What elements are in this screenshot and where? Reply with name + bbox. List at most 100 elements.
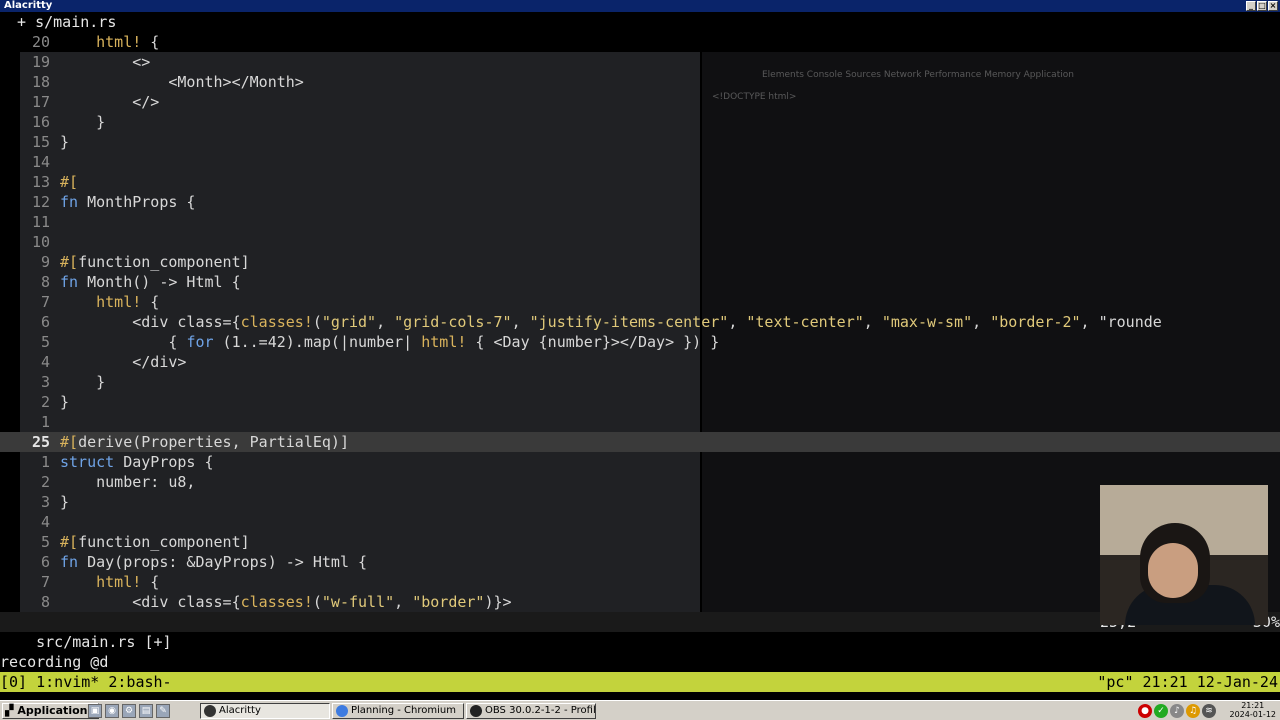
line-code: </> xyxy=(60,93,160,111)
tmux-statusbar: [0] 1:nvim* 2:bash- "pc" 21:21 12-Jan-24 xyxy=(0,672,1280,692)
code-line[interactable]: 17 </> xyxy=(0,92,1280,112)
code-line[interactable]: 14 xyxy=(0,152,1280,172)
launcher-icons: ▣ ◉ ⚙ ▤ ✎ xyxy=(88,704,170,718)
line-code: #[function_component] xyxy=(60,533,250,551)
code-line[interactable]: 7 html! { xyxy=(0,292,1280,312)
code-line[interactable]: 13 #[ xyxy=(0,172,1280,192)
line-number: 6 xyxy=(40,553,50,571)
code-line[interactable]: 18 <Month></Month> xyxy=(0,72,1280,92)
line-code: fn Day(props: &DayProps) -> Html { xyxy=(60,553,368,571)
line-number: 6 xyxy=(40,313,50,331)
line-number: 5 xyxy=(40,533,50,551)
code-line[interactable]: 5 #[function_component] xyxy=(0,532,1280,552)
line-number: 4 xyxy=(40,513,50,531)
taskbar: ▞ Applications ▣ ◉ ⚙ ▤ ✎ Alacritty Plann… xyxy=(0,700,1280,720)
line-code: <> xyxy=(60,53,151,71)
tray-network-icon[interactable]: ≋ xyxy=(1202,704,1216,718)
code-line[interactable]: 3} xyxy=(0,492,1280,512)
code-line[interactable]: 9 #[function_component] xyxy=(0,252,1280,272)
code-line[interactable]: 8 fn Month() -> Html { xyxy=(0,272,1280,292)
code-line[interactable]: 6 <div class={classes!("grid", "grid-col… xyxy=(0,312,1280,332)
code-line[interactable]: 5 { for (1..=42).map(|number| html! { <D… xyxy=(0,332,1280,352)
editor-launcher-icon[interactable]: ✎ xyxy=(156,704,170,718)
task-chromium[interactable]: Planning - Chromium xyxy=(332,703,464,719)
line-number: 12 xyxy=(31,193,50,211)
line-number: 19 xyxy=(31,53,50,71)
code-line[interactable]: 4 xyxy=(0,512,1280,532)
tray-check-icon[interactable]: ✓ xyxy=(1154,704,1168,718)
tmux-windows[interactable]: [0] 1:nvim* 2:bash- xyxy=(0,672,172,692)
close-button[interactable]: × xyxy=(1268,1,1278,11)
tray-record-icon[interactable]: ● xyxy=(1138,704,1152,718)
line-number: 1 xyxy=(40,413,50,431)
clock-time: 21:21 xyxy=(1241,701,1265,710)
line-code: struct DayProps { xyxy=(60,453,214,471)
vim-cmdline: recording @d xyxy=(0,653,109,671)
code-line[interactable]: 2} xyxy=(0,392,1280,412)
browser-launcher-icon[interactable]: ◉ xyxy=(105,704,119,718)
maximize-button[interactable]: □ xyxy=(1257,1,1267,11)
alacritty-icon xyxy=(204,705,216,717)
window-titlebar[interactable]: Alacritty _ □ × xyxy=(0,0,1280,12)
code-line[interactable]: 7 html! { xyxy=(0,572,1280,592)
line-number: 7 xyxy=(40,573,50,591)
taskbar-clock[interactable]: 21:21 2024-01-12 xyxy=(1230,701,1277,719)
nvim-tabline[interactable]: + s/main.rs xyxy=(0,12,1280,32)
line-code: } xyxy=(60,373,106,391)
vim-statusline: src/main.rs [+] 25,2 30% xyxy=(0,612,1280,651)
files-launcher-icon[interactable]: ▤ xyxy=(139,704,153,718)
line-number: 11 xyxy=(31,213,50,231)
line-code: html! { xyxy=(96,293,160,311)
line-number: 10 xyxy=(31,233,50,251)
code-line[interactable]: 2 number: u8, xyxy=(0,472,1280,492)
line-code: { for (1..=42).map(|number| html! { <Day… xyxy=(60,333,720,351)
line-code: #[ xyxy=(60,173,79,191)
line-number: 9 xyxy=(40,253,50,271)
code-line[interactable]: 10 xyxy=(0,232,1280,252)
code-line[interactable]: 4 </div> xyxy=(0,352,1280,372)
code-line[interactable]: 16 } xyxy=(0,112,1280,132)
chromium-icon xyxy=(336,705,348,717)
line-number: 7 xyxy=(40,293,50,311)
tmux-status-right: "pc" 21:21 12-Jan-24 xyxy=(1097,673,1278,691)
applications-menu-button[interactable]: ▞ Applications xyxy=(2,703,100,719)
line-code: } xyxy=(60,113,106,131)
terminal[interactable]: + s/main.rs Elements Console Sources Net… xyxy=(0,12,1280,700)
line-number: 20 xyxy=(31,33,50,51)
code-line[interactable]: 15} xyxy=(0,132,1280,152)
settings-launcher-icon[interactable]: ⚙ xyxy=(122,704,136,718)
line-number: 14 xyxy=(31,153,50,171)
line-number: 15 xyxy=(31,133,50,151)
code-line[interactable]: 11 xyxy=(0,212,1280,232)
code-line[interactable]: 25 #[derive(Properties, PartialEq)] xyxy=(0,432,1280,452)
line-code: <div class={classes!("w-full", "border")… xyxy=(60,593,512,611)
code-line[interactable]: 8 <div class={classes!("w-full", "border… xyxy=(0,592,1280,612)
terminal-launcher-icon[interactable]: ▣ xyxy=(88,704,102,718)
tray-bell-icon[interactable]: ♫ xyxy=(1186,704,1200,718)
line-code: html! { xyxy=(96,573,160,591)
code-line[interactable]: 20 html! { xyxy=(0,32,1280,52)
code-line[interactable]: 1 struct DayProps { xyxy=(0,452,1280,472)
line-number: 4 xyxy=(40,353,50,371)
line-number: 3 xyxy=(40,493,50,511)
tray-volume-icon[interactable]: ♪ xyxy=(1170,704,1184,718)
code-editor[interactable]: 20 html! {19 <> 18 <Month></Month> 17 </> 1… xyxy=(0,32,1280,612)
task-alacritty[interactable]: Alacritty xyxy=(200,703,330,719)
line-number: 2 xyxy=(40,473,50,491)
code-line[interactable]: 3 } xyxy=(0,372,1280,392)
line-code: #[derive(Properties, PartialEq)] xyxy=(60,433,349,451)
line-code: #[function_component] xyxy=(60,253,250,271)
code-line[interactable]: 1 xyxy=(0,412,1280,432)
code-line[interactable]: 12 fn MonthProps { xyxy=(0,192,1280,212)
window-title: Alacritty xyxy=(4,0,53,11)
code-line[interactable]: 6 fn Day(props: &DayProps) -> Html { xyxy=(0,552,1280,572)
system-tray: ● ✓ ♪ ♫ ≋ xyxy=(1138,704,1216,718)
code-line[interactable]: 19 <> xyxy=(0,52,1280,72)
minimize-button[interactable]: _ xyxy=(1246,1,1256,11)
line-code: fn Month() -> Html { xyxy=(60,273,241,291)
line-code: </div> xyxy=(60,353,187,371)
line-number: 17 xyxy=(31,93,50,111)
line-code: number: u8, xyxy=(60,473,196,491)
task-obs[interactable]: OBS 30.0.2-1-2 - Profile: ... xyxy=(466,703,596,719)
status-file: src/main.rs [+] xyxy=(36,633,172,651)
